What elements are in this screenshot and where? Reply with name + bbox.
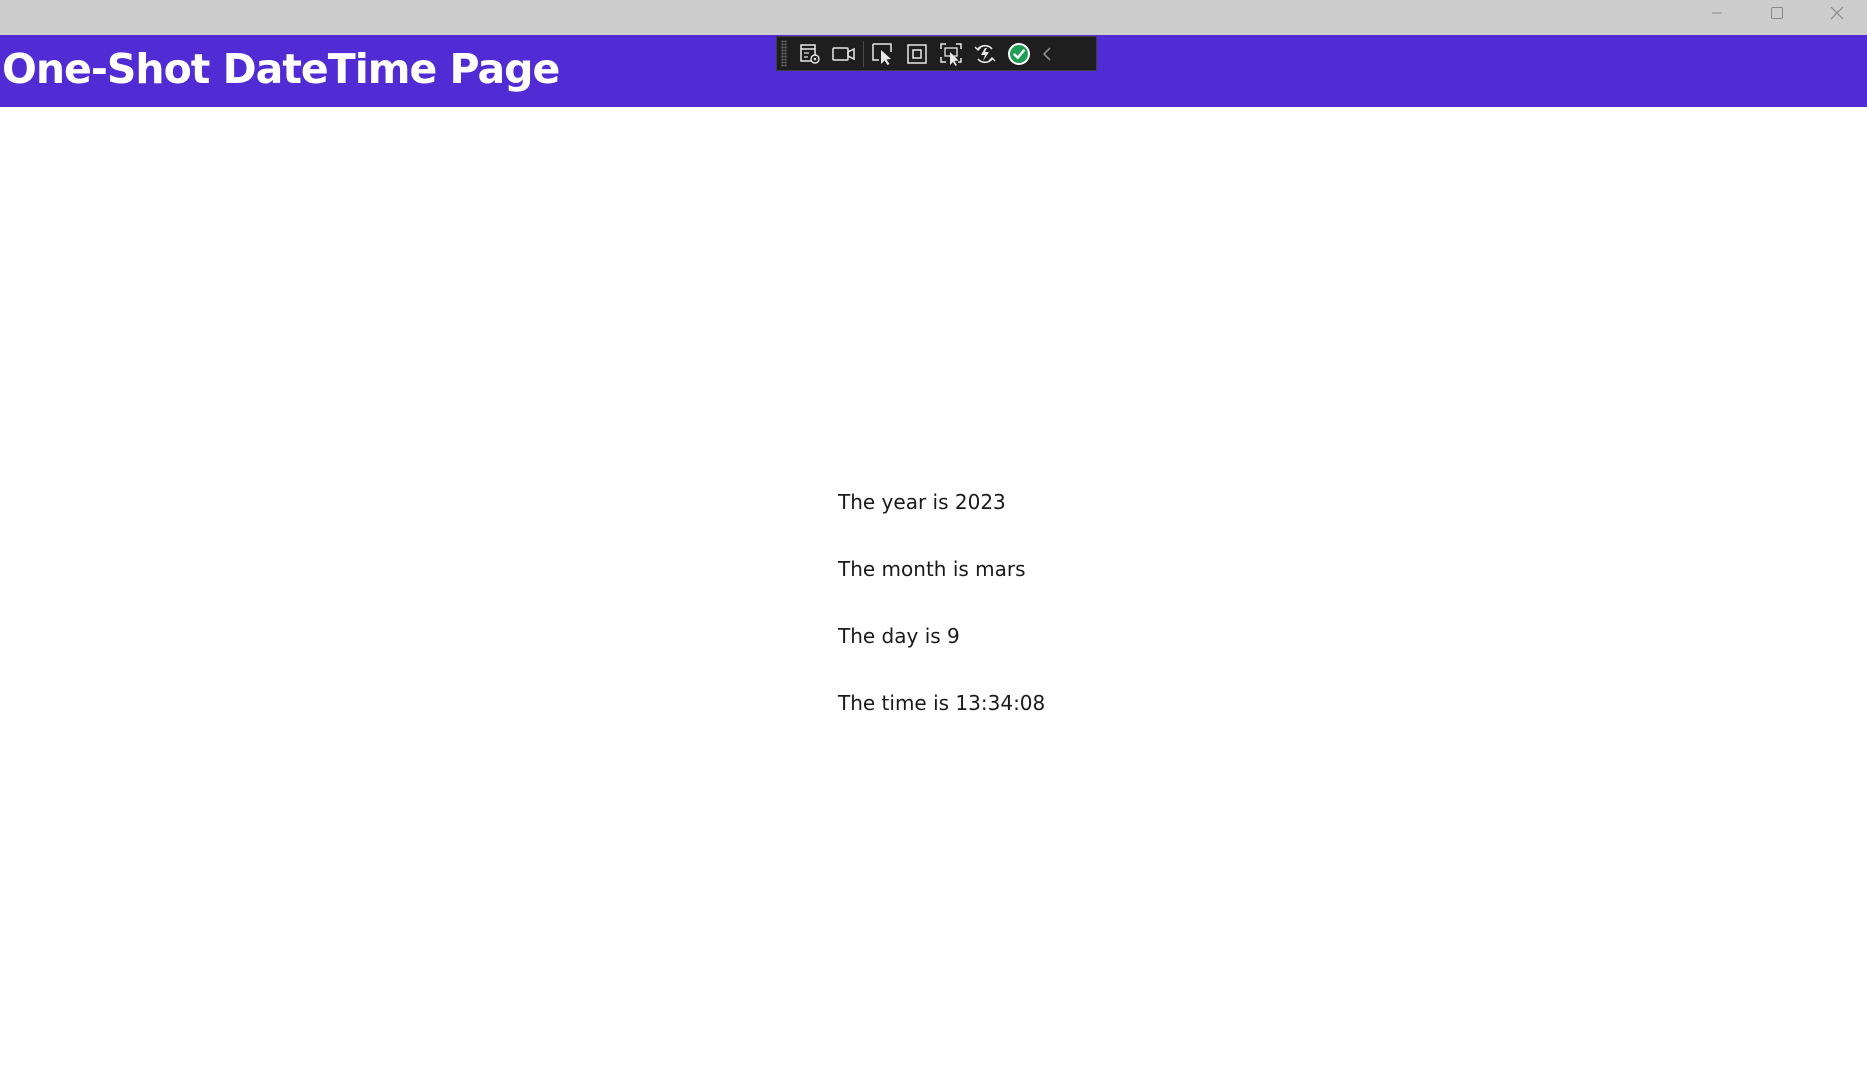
display-layout-adorners-button[interactable]: [900, 38, 934, 70]
xaml-debug-toolbar: [776, 36, 1097, 71]
close-button[interactable]: [1807, 0, 1867, 25]
hot-reload-icon: [974, 44, 996, 63]
window-controls: [1687, 0, 1867, 25]
maximize-button[interactable]: [1747, 0, 1807, 25]
select-element-button[interactable]: [866, 38, 900, 70]
toolbar-separator: [863, 40, 864, 67]
track-focus-button[interactable]: [934, 38, 968, 70]
live-visual-tree-icon: [800, 43, 820, 64]
chevron-left-icon: [1042, 46, 1051, 61]
year-label: The year is 2023: [838, 490, 1006, 514]
record-video-button[interactable]: [827, 38, 861, 70]
track-focus-icon: [940, 42, 962, 66]
time-label: The time is 13:34:08: [838, 691, 1046, 715]
toolbar-drag-handle[interactable]: [781, 40, 787, 67]
month-label: The month is mars: [838, 557, 1026, 581]
hot-reload-button[interactable]: [968, 38, 1002, 70]
minimize-button[interactable]: [1687, 0, 1747, 25]
page-title: One-Shot DateTime Page: [2, 45, 560, 93]
check-circle-icon: [1008, 42, 1030, 65]
status-ok-button[interactable]: [1002, 38, 1036, 70]
select-element-icon: [872, 42, 892, 65]
datetime-content: The year is 2023 The month is mars The d…: [838, 482, 1045, 750]
window-titlebar: [0, 0, 1867, 35]
maximize-icon: [1771, 6, 1783, 19]
display-layout-adorners-icon: [907, 43, 927, 64]
collapse-toolbar-button[interactable]: [1036, 38, 1058, 70]
close-icon: [1830, 6, 1844, 19]
minimize-icon: [1712, 12, 1722, 13]
video-camera-icon: [832, 46, 855, 61]
day-label: The day is 9: [838, 624, 960, 648]
live-visual-tree-button[interactable]: [793, 38, 827, 70]
